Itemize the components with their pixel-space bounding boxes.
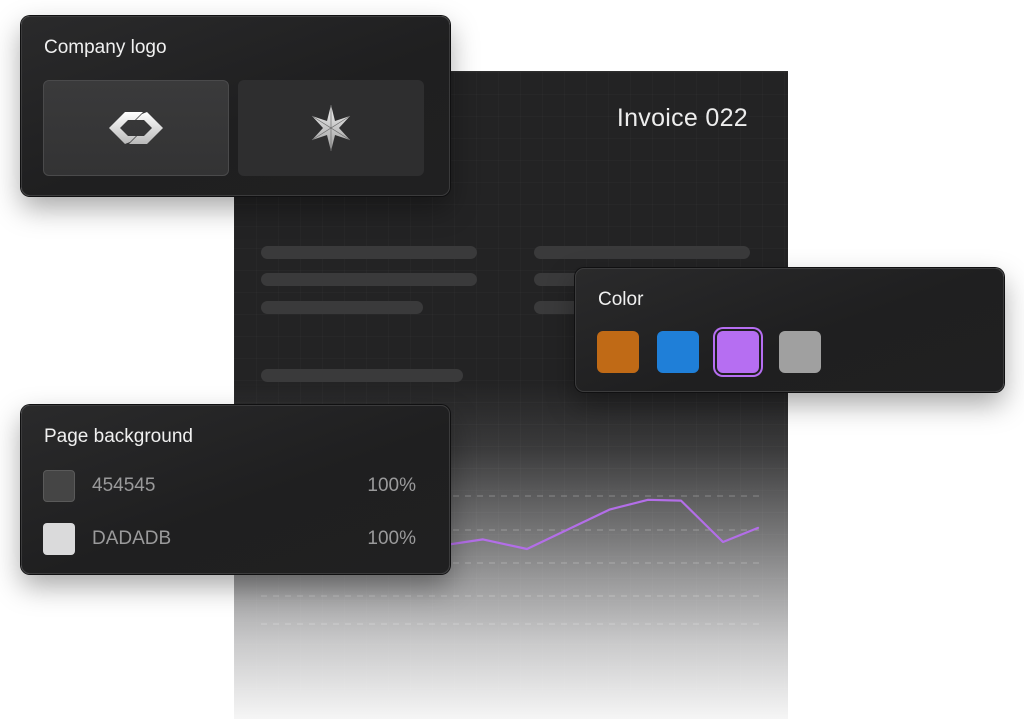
- logo-option-linked-chevrons[interactable]: [43, 80, 229, 176]
- logo-option-six-point-star[interactable]: [238, 80, 424, 176]
- six-point-star-logo-icon: [311, 105, 351, 151]
- background-row: DADADB 100%: [43, 523, 416, 555]
- company-logo-panel: Company logo: [21, 16, 450, 196]
- color-swatch-blue[interactable]: [657, 331, 699, 373]
- page-background-title: Page background: [44, 426, 193, 447]
- background-opacity-value[interactable]: 100%: [367, 528, 416, 550]
- background-color-chip[interactable]: [43, 470, 75, 502]
- stage: Invoice 022 Company logo Color Page back…: [0, 0, 1024, 719]
- trend-line: [432, 498, 760, 551]
- background-hex-value[interactable]: DADADB: [92, 528, 171, 550]
- color-swatch-gray[interactable]: [779, 331, 821, 373]
- background-row: 454545 100%: [43, 470, 416, 502]
- color-swatch-orange[interactable]: [597, 331, 639, 373]
- background-opacity-value[interactable]: 100%: [367, 475, 416, 497]
- page-background-panel: Page background 454545 100% DADADB 100%: [21, 405, 450, 574]
- color-panel: Color: [575, 268, 1004, 392]
- color-panel-title: Color: [598, 289, 644, 310]
- background-hex-value[interactable]: 454545: [92, 475, 155, 497]
- background-color-chip[interactable]: [43, 523, 75, 555]
- company-logo-title: Company logo: [44, 37, 167, 58]
- color-swatch-purple[interactable]: [717, 331, 759, 373]
- linked-chevrons-logo-icon: [109, 112, 163, 144]
